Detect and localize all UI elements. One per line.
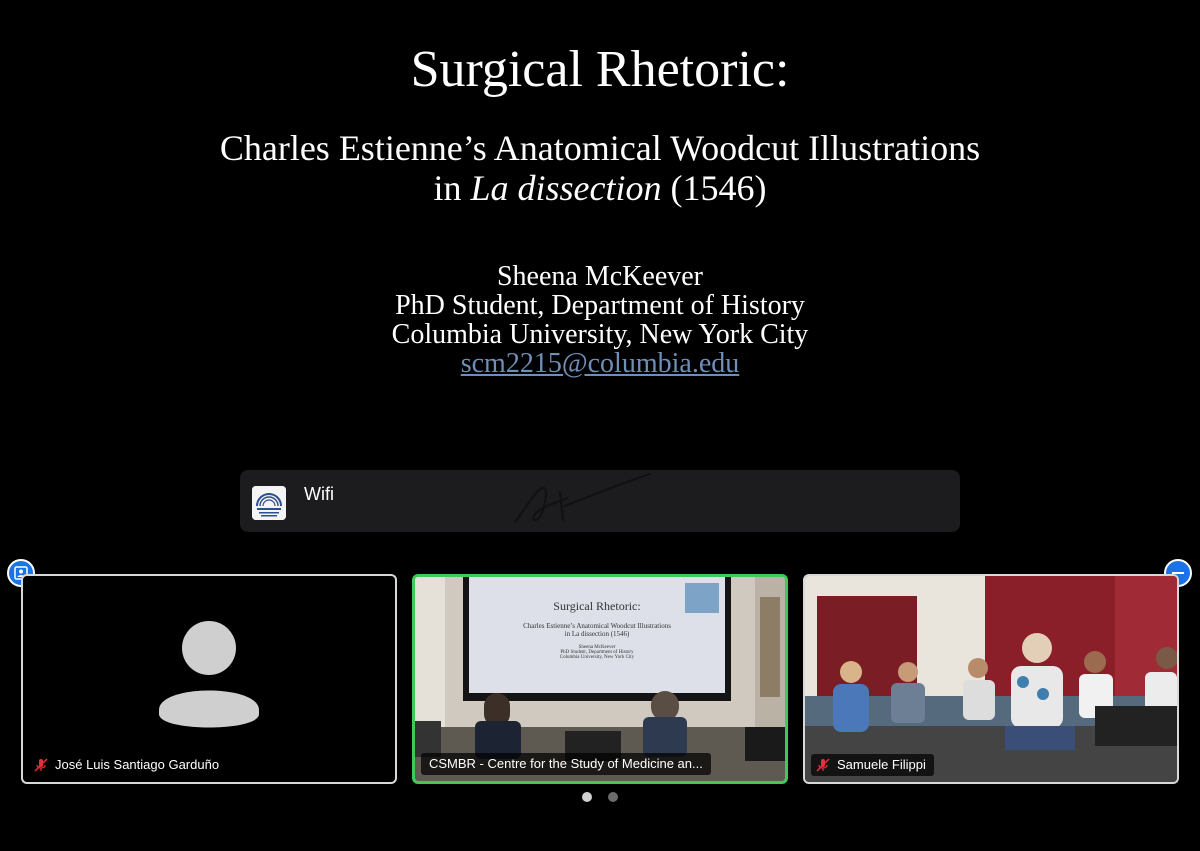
projected-slide-text: Surgical Rhetoric: Charles Estienne’s An… xyxy=(469,599,725,660)
slide-subtitle-line1: Charles Estienne’s Anatomical Woodcut Il… xyxy=(219,128,981,168)
mic-muted-icon xyxy=(34,758,48,772)
avatar-placeholder-icon xyxy=(159,621,259,728)
subtitle-prefix: in xyxy=(433,168,471,208)
mini-slide-line1: Charles Estienne’s Anatomical Woodcut Il… xyxy=(523,622,671,630)
author-block: Sheena McKeever PhD Student, Department … xyxy=(0,262,1200,378)
shared-slide: Surgical Rhetoric: Charles Estienne’s An… xyxy=(0,0,1200,460)
page-dot-active[interactable] xyxy=(582,792,592,802)
mini-slide-line2: in La dissection (1546) xyxy=(564,630,630,638)
participant-tile-active[interactable]: Surgical Rhetoric: Charles Estienne’s An… xyxy=(412,574,788,784)
participant-tile[interactable]: Samuele Filippi xyxy=(803,574,1179,784)
author-name: Sheena McKeever xyxy=(496,261,703,292)
subtitle-suffix: (1546) xyxy=(661,168,767,208)
participant-name: Samuele Filippi xyxy=(837,757,926,772)
signature-scribble xyxy=(513,472,652,524)
slide-title: Surgical Rhetoric: xyxy=(410,41,790,98)
subtitle-italic: La dissection xyxy=(470,168,662,208)
author-affiliation: Columbia University, New York City xyxy=(391,319,809,350)
participant-name-label: José Luis Santiago Garduño xyxy=(29,754,228,776)
notification-text: Wifi xyxy=(304,484,334,504)
slide-subtitle-line2: in La dissection (1546) xyxy=(0,168,1200,208)
author-email-link[interactable]: scm2215@columbia.edu xyxy=(461,348,740,379)
participant-tile[interactable]: José Luis Santiago Garduño xyxy=(21,574,397,784)
mini-slide-line5: Columbia University, New York City xyxy=(559,655,635,660)
participant-name: José Luis Santiago Garduño xyxy=(55,757,220,772)
app-logo-icon xyxy=(252,486,286,520)
author-role: PhD Student, Department of History xyxy=(395,290,805,321)
participant-name-label: CSMBR - Centre for the Study of Medicine… xyxy=(421,753,711,775)
participant-name-label: Samuele Filippi xyxy=(811,754,934,776)
mic-muted-icon xyxy=(816,758,830,772)
participant-name: CSMBR - Centre for the Study of Medicine… xyxy=(429,756,703,771)
audience-video-scene xyxy=(805,576,1177,782)
mini-slide-title: Surgical Rhetoric: xyxy=(553,599,641,613)
page-dot[interactable] xyxy=(608,792,618,802)
